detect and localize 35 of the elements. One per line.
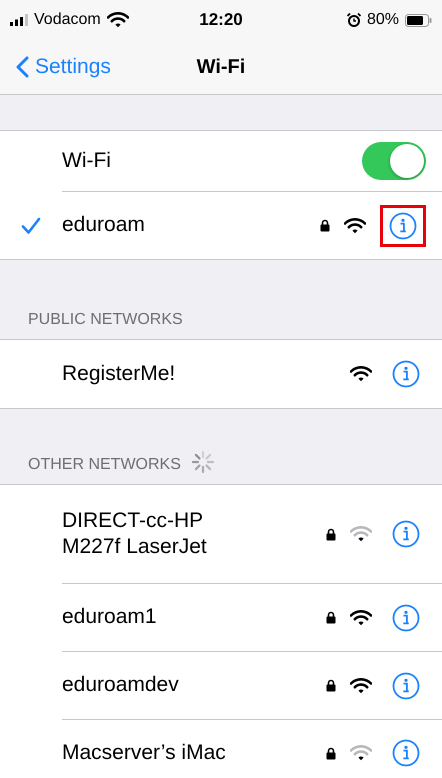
alarm-clock-icon bbox=[346, 13, 361, 27]
carrier-name: Vodacom bbox=[34, 11, 101, 29]
wifi-icon bbox=[350, 526, 372, 542]
wifi-icon bbox=[350, 745, 372, 761]
cellular-signal-icon bbox=[10, 14, 28, 26]
info-icon[interactable] bbox=[392, 520, 420, 548]
wifi-label: Wi-Fi bbox=[62, 148, 112, 174]
chevron-left-icon bbox=[16, 56, 29, 78]
network-name[interactable]: eduroamdev bbox=[62, 672, 326, 699]
wifi-icon bbox=[350, 610, 372, 626]
wifi-icon bbox=[350, 678, 372, 694]
section-header: OTHER NETWORKS bbox=[28, 456, 181, 474]
battery-percentage: 80% bbox=[366, 11, 399, 29]
wifi-icon bbox=[350, 366, 372, 382]
lock-icon bbox=[326, 611, 336, 624]
battery-icon bbox=[404, 14, 432, 26]
info-icon[interactable] bbox=[392, 604, 420, 632]
info-icon[interactable] bbox=[392, 739, 420, 767]
clock-time: 12:20 bbox=[199, 10, 243, 30]
wifi-icon bbox=[344, 218, 366, 234]
network-name[interactable]: eduroam bbox=[62, 212, 320, 239]
network-name[interactable]: eduroam1 bbox=[62, 604, 326, 631]
wifi-toggle[interactable] bbox=[362, 142, 426, 180]
wifi-status-icon bbox=[106, 12, 129, 28]
screen-title: Wi-Fi bbox=[196, 56, 246, 78]
network-name[interactable]: DIRECT-cc-HP M227f LaserJet bbox=[62, 508, 326, 560]
section-header: PUBLIC NETWORKS bbox=[28, 311, 183, 329]
info-icon[interactable] bbox=[389, 212, 417, 240]
lock-icon bbox=[326, 746, 336, 760]
network-name[interactable]: Macserver’s iMac bbox=[62, 740, 326, 766]
info-icon[interactable] bbox=[392, 360, 420, 388]
lock-icon bbox=[326, 528, 336, 540]
lock-icon bbox=[326, 679, 336, 692]
lock-icon bbox=[320, 219, 330, 232]
info-icon[interactable] bbox=[392, 672, 420, 700]
